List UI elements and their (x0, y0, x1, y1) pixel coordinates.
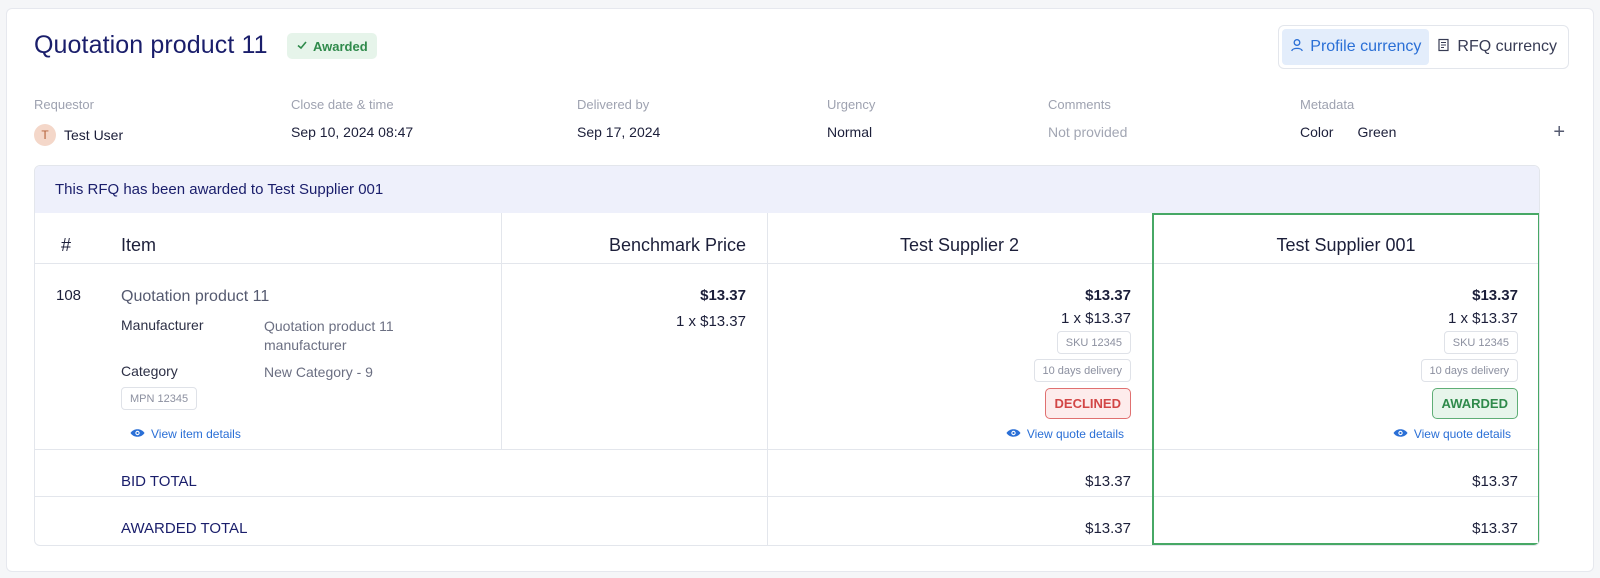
rfq-card: Quotation product 11 Awarded Profile cur… (6, 8, 1594, 572)
col-header-supplier-2: Test Supplier 2 (899, 235, 1020, 255)
supplier-001-view-quote-link[interactable]: View quote details (1393, 427, 1511, 441)
status-badge-label: Awarded (313, 38, 368, 54)
currency-toggle: Profile currency RFQ currency (1278, 25, 1569, 69)
urgency-value: Normal (827, 124, 873, 140)
eye-icon (1393, 427, 1408, 441)
bid-total-supplier-2: $13.37 (1085, 473, 1131, 490)
bid-total-label: BID TOTAL (121, 473, 197, 490)
supplier-2-sku: SKU 12345 (1056, 331, 1131, 354)
meta-label: Metadata (1300, 97, 1355, 112)
delivered-by-value: Sep 17, 2024 (577, 124, 661, 140)
check-icon (296, 39, 308, 54)
meta-label: Delivered by (577, 97, 650, 112)
category-value: New Category - 9 (264, 364, 373, 380)
meta-label: Requestor (34, 97, 94, 112)
receipt-icon (1437, 38, 1451, 57)
supplier-001-sku: SKU 12345 (1443, 331, 1518, 354)
supplier-001-status-badge: AWARDED (1431, 388, 1518, 419)
avatar: T (34, 124, 56, 146)
supplier-2-qty: 1 x $13.37 (1060, 310, 1131, 327)
supplier-2-price: $13.37 (1085, 287, 1131, 304)
close-date-value: Sep 10, 2024 08:47 (291, 124, 414, 140)
manufacturer-label: Manufacturer (121, 317, 204, 333)
bid-total-supplier-001: $13.37 (1472, 473, 1518, 490)
divider (35, 449, 1539, 450)
comments-value: Not provided (1048, 124, 1128, 140)
meta-label: Close date & time (291, 97, 394, 112)
awarded-total-label: AWARDED TOTAL (121, 520, 248, 537)
item-name: Quotation product 11 (121, 288, 270, 305)
rfq-currency-button[interactable]: RFQ currency (1429, 29, 1565, 65)
eye-icon (130, 427, 145, 441)
col-header-item: Item (121, 235, 157, 255)
divider (35, 263, 1539, 264)
view-item-details-link[interactable]: View item details (130, 427, 241, 441)
divider (35, 496, 1539, 497)
metadata-key: Color (1300, 124, 1334, 140)
award-banner: This RFQ has been awarded to Test Suppli… (35, 166, 1539, 213)
benchmark-price: $13.37 (700, 287, 746, 304)
awarded-total-supplier-2: $13.37 (1085, 520, 1131, 537)
divider (501, 213, 502, 449)
meta-delivered-by: Delivered by Sep 17, 2024 (577, 97, 660, 140)
supplier-001-price: $13.37 (1472, 287, 1518, 304)
add-metadata-button[interactable]: + (1553, 121, 1565, 144)
meta-urgency: Urgency Normal (827, 97, 875, 140)
manufacturer-value: Quotation product 11 manufacturer (264, 318, 394, 353)
metadata-value: Green (1357, 124, 1397, 140)
page-title: Quotation product 11 (34, 31, 268, 59)
rfq-currency-label: RFQ currency (1457, 38, 1557, 55)
awarded-total-supplier-001: $13.37 (1472, 520, 1518, 537)
col-header-num: # (61, 235, 72, 255)
meta-metadata: Metadata Color Green (1300, 97, 1396, 140)
category-label: Category (121, 363, 178, 379)
eye-icon (1006, 427, 1021, 441)
profile-currency-button[interactable]: Profile currency (1282, 29, 1430, 65)
supplier-2-view-quote-link[interactable]: View quote details (1006, 427, 1124, 441)
col-header-supplier-001: Test Supplier 001 (1276, 235, 1416, 255)
mpn-chip: MPN 12345 (121, 387, 198, 410)
benchmark-qty: 1 x $13.37 (675, 313, 746, 330)
profile-currency-label: Profile currency (1310, 38, 1422, 55)
divider (767, 213, 768, 545)
meta-close-date: Close date & time Sep 10, 2024 08:47 (291, 97, 413, 140)
supplier-001-qty: 1 x $13.37 (1447, 310, 1518, 327)
col-header-benchmark: Benchmark Price (608, 235, 746, 255)
status-badge: Awarded (287, 33, 377, 59)
meta-label: Urgency (827, 97, 876, 112)
meta-comments: Comments Not provided (1048, 97, 1127, 140)
supplier-2-delivery: 10 days delivery (1033, 359, 1131, 382)
row-number: 108 (56, 287, 82, 304)
supplier-2-status-badge: DECLINED (1044, 388, 1131, 419)
meta-label: Comments (1048, 97, 1111, 112)
requestor-name: Test User (64, 127, 124, 143)
plus-icon: + (1553, 121, 1565, 143)
supplier-001-delivery: 10 days delivery (1420, 359, 1518, 382)
user-icon (1290, 38, 1304, 57)
meta-requestor: Requestor T Test User (34, 97, 123, 146)
quote-comparison-table: This RFQ has been awarded to Test Suppli… (34, 165, 1540, 546)
